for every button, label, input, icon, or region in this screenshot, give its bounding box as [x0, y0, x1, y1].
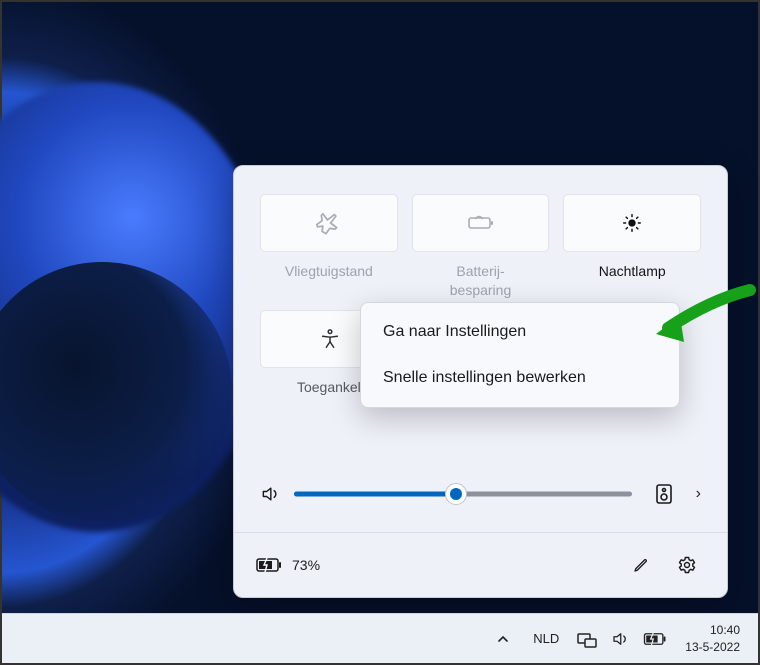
audio-expand-chevron[interactable]: › — [696, 485, 701, 503]
airplane-icon — [316, 210, 342, 236]
volume-icon[interactable] — [260, 484, 280, 504]
language-indicator[interactable]: NLD — [533, 631, 559, 646]
quick-settings-footer: 73% — [234, 532, 727, 597]
menu-edit-quick-settings[interactable]: Snelle instellingen bewerken — [361, 355, 679, 401]
edit-quick-settings-button[interactable] — [623, 547, 659, 583]
battery-saver-tile[interactable] — [412, 194, 550, 252]
accessibility-label: Toegankelij — [293, 378, 367, 416]
volume-tray-icon[interactable] — [611, 630, 629, 648]
battery-saver-label: Batterij- besparing — [450, 262, 512, 300]
battery-percent-text: 73% — [292, 557, 320, 573]
speaker-device-icon — [655, 483, 673, 505]
context-menu: Ga naar Instellingen Snelle instellingen… — [360, 302, 680, 408]
accessibility-icon — [319, 328, 341, 350]
taskbar-clock[interactable]: 10:40 13-5-2022 — [685, 622, 740, 654]
clock-date: 13-5-2022 — [685, 639, 740, 655]
quick-settings-panel: Vliegtuigstand Batterij- besparing Nacht… — [233, 165, 728, 598]
battery-status-icon[interactable] — [256, 557, 282, 573]
volume-slider[interactable] — [294, 482, 632, 506]
speaker-icon — [611, 630, 629, 648]
night-light-icon — [621, 212, 643, 234]
battery-icon — [643, 632, 667, 646]
settings-button[interactable] — [669, 547, 705, 583]
gear-icon — [677, 555, 697, 575]
battery-charging-icon — [256, 557, 282, 573]
chevron-up-icon — [497, 633, 509, 645]
taskbar: NLD 10:40 13-5-2022 — [2, 613, 758, 663]
network-icon — [577, 630, 597, 648]
tray-overflow-button[interactable] — [491, 629, 515, 649]
airplane-mode-label: Vliegtuigstand — [285, 262, 373, 300]
night-light-label: Nachtlamp — [599, 262, 666, 300]
battery-saver-icon — [467, 213, 495, 233]
battery-tray-icon[interactable] — [643, 632, 667, 646]
clock-time: 10:40 — [710, 622, 740, 638]
menu-go-to-settings[interactable]: Ga naar Instellingen — [361, 309, 679, 355]
night-light-tile[interactable] — [563, 194, 701, 252]
network-tray-icon[interactable] — [577, 630, 597, 648]
audio-output-button[interactable] — [646, 476, 682, 512]
pencil-icon — [632, 556, 650, 574]
airplane-mode-tile[interactable] — [260, 194, 398, 252]
